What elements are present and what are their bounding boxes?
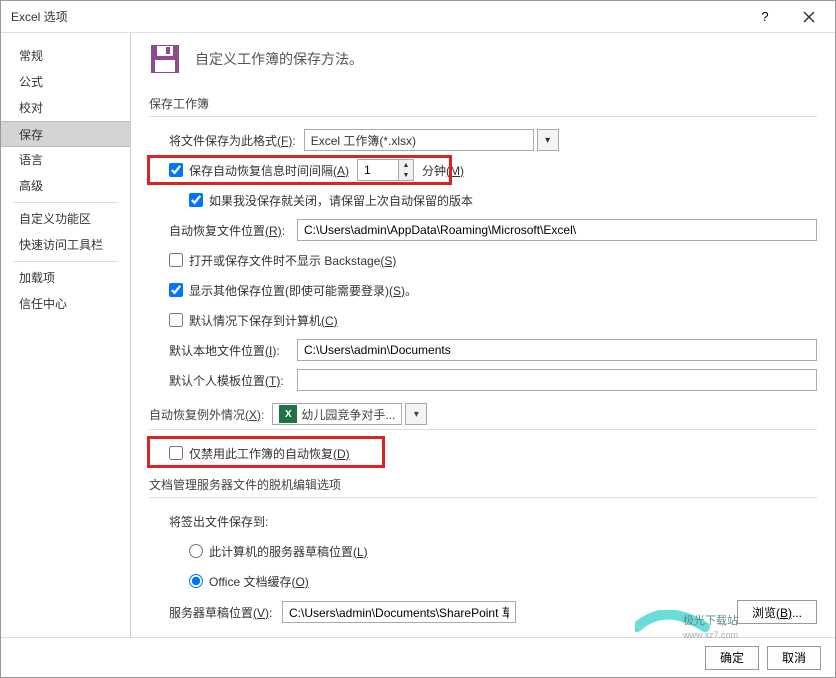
excel-app-icon: X: [279, 405, 297, 423]
other-locations-label: 显示其他保存位置(即使可能需要登录)(S)。: [189, 282, 417, 299]
template-location-label: 默认个人模板位置(T):: [169, 372, 289, 389]
file-format-value: Excel 工作簿(*.xlsx): [304, 129, 534, 151]
sidebar-item-trust-center[interactable]: 信任中心: [1, 291, 130, 317]
sidebar-item-save[interactable]: 保存: [1, 121, 130, 147]
dialog-body: 常规 公式 校对 保存 语言 高级 自定义功能区 快速访问工具栏 加载项 信任中…: [1, 33, 835, 637]
spinner-up-icon[interactable]: ▲: [399, 160, 413, 170]
office-cache-label: Office 文档缓存(O): [209, 573, 309, 590]
spinner-down-icon[interactable]: ▼: [399, 170, 413, 180]
panel-header: 自定义工作簿的保存方法。: [149, 43, 817, 75]
autorecover-interval-input[interactable]: [358, 160, 398, 180]
exceptions-label: 自动恢复例外情况(X):: [149, 406, 264, 423]
row-disable-autorecover[interactable]: 仅禁用此工作簿的自动恢复(D): [169, 442, 817, 464]
row-autorecover-location: 自动恢复文件位置(R):: [169, 219, 817, 241]
autorecover-location-input[interactable]: [297, 219, 817, 241]
sidebar-separator: [13, 202, 118, 203]
row-other-locations[interactable]: 显示其他保存位置(即使可能需要登录)(S)。: [169, 279, 817, 301]
chevron-down-icon[interactable]: ▾: [405, 403, 427, 425]
default-pc-checkbox[interactable]: [169, 313, 183, 327]
sidebar-item-addins[interactable]: 加载项: [1, 265, 130, 291]
draft-location-input[interactable]: [282, 601, 516, 623]
section-offline-editing: 文档管理服务器文件的脱机编辑选项: [149, 472, 817, 498]
row-default-pc[interactable]: 默认情况下保存到计算机(C): [169, 309, 817, 331]
dialog-footer: 极光下载站 www.xz7.com 确定 取消: [1, 637, 835, 677]
file-format-label: 将文件保存为此格式(F):: [169, 132, 296, 149]
main-panel: 自定义工作簿的保存方法。 保存工作簿 将文件保存为此格式(F): Excel 工…: [131, 33, 835, 637]
autorecover-location-label: 自动恢复文件位置(R):: [169, 222, 289, 239]
backstage-label: 打开或保存文件时不显示 Backstage(S): [189, 252, 396, 269]
local-location-input[interactable]: [297, 339, 817, 361]
office-cache-radio[interactable]: [189, 574, 203, 588]
section-autorecover-exceptions: 自动恢复例外情况(X): X 幼儿园竞争对手... ▾: [149, 399, 817, 430]
other-locations-checkbox[interactable]: [169, 283, 183, 297]
row-radio-office-cache[interactable]: Office 文档缓存(O): [189, 570, 817, 592]
server-drafts-label: 此计算机的服务器草稿位置(L): [209, 543, 368, 560]
panel-header-text: 自定义工作簿的保存方法。: [195, 49, 363, 69]
close-icon: [803, 11, 815, 23]
sidebar-separator: [13, 261, 118, 262]
row-backstage[interactable]: 打开或保存文件时不显示 Backstage(S): [169, 249, 817, 271]
row-template-location: 默认个人模板位置(T):: [169, 369, 817, 391]
sidebar-item-quick-access[interactable]: 快速访问工具栏: [1, 232, 130, 258]
row-autorecover-interval[interactable]: 保存自动恢复信息时间间隔(A) ▲ ▼ 分钟(M): [169, 159, 817, 181]
minutes-label: 分钟(M): [422, 162, 464, 179]
sidebar-item-customize-ribbon[interactable]: 自定义功能区: [1, 206, 130, 232]
exceptions-workbook-combo[interactable]: X 幼儿园竞争对手... ▾: [272, 403, 427, 425]
title-bar: Excel 选项 ?: [1, 1, 835, 33]
disable-autorecover-label: 仅禁用此工作簿的自动恢复(D): [189, 445, 350, 462]
server-drafts-radio[interactable]: [189, 544, 203, 558]
autorecover-checkbox[interactable]: [169, 163, 183, 177]
sidebar-item-formulas[interactable]: 公式: [1, 69, 130, 95]
keep-last-label: 如果我没保存就关闭，请保留上次自动保留的版本: [209, 192, 473, 209]
close-button[interactable]: [787, 2, 831, 32]
save-disk-icon: [149, 43, 181, 75]
ok-button[interactable]: 确定: [705, 646, 759, 670]
template-location-input[interactable]: [297, 369, 817, 391]
keep-last-checkbox[interactable]: [189, 193, 203, 207]
row-keep-last-autosave[interactable]: 如果我没保存就关闭，请保留上次自动保留的版本: [189, 189, 817, 211]
cancel-button[interactable]: 取消: [767, 646, 821, 670]
sidebar-item-advanced[interactable]: 高级: [1, 173, 130, 199]
browse-button[interactable]: 浏览(B)...: [737, 600, 817, 624]
chevron-down-icon[interactable]: ▾: [537, 129, 559, 151]
help-button[interactable]: ?: [743, 2, 787, 32]
row-file-format: 将文件保存为此格式(F): Excel 工作簿(*.xlsx) ▾: [169, 129, 817, 151]
exceptions-workbook-value: X 幼儿园竞争对手...: [272, 403, 402, 425]
row-local-location: 默认本地文件位置(I):: [169, 339, 817, 361]
checkout-label-row: 将签出文件保存到:: [169, 510, 817, 532]
checkout-label: 将签出文件保存到:: [169, 513, 268, 530]
default-pc-label: 默认情况下保存到计算机(C): [189, 312, 338, 329]
window-title: Excel 选项: [11, 8, 743, 25]
disable-autorecover-checkbox[interactable]: [169, 446, 183, 460]
row-draft-location: 服务器草稿位置(V): 浏览(B)...: [169, 600, 817, 624]
excel-options-dialog: Excel 选项 ? 常规 公式 校对 保存 语言 高级 自定义功能区 快速访问…: [0, 0, 836, 678]
autorecover-interval-spinner[interactable]: ▲ ▼: [357, 159, 414, 181]
sidebar-item-proofing[interactable]: 校对: [1, 95, 130, 121]
backstage-checkbox[interactable]: [169, 253, 183, 267]
local-location-label: 默认本地文件位置(I):: [169, 342, 289, 359]
options-sidebar: 常规 公式 校对 保存 语言 高级 自定义功能区 快速访问工具栏 加载项 信任中…: [1, 33, 131, 637]
file-format-combo[interactable]: Excel 工作簿(*.xlsx) ▾: [304, 129, 559, 151]
row-radio-server-drafts[interactable]: 此计算机的服务器草稿位置(L): [189, 540, 817, 562]
autorecover-label: 保存自动恢复信息时间间隔(A): [189, 162, 349, 179]
section-save-workbook: 保存工作簿: [149, 91, 817, 117]
draft-location-label: 服务器草稿位置(V):: [169, 604, 274, 621]
sidebar-item-language[interactable]: 语言: [1, 147, 130, 173]
sidebar-item-general[interactable]: 常规: [1, 43, 130, 69]
